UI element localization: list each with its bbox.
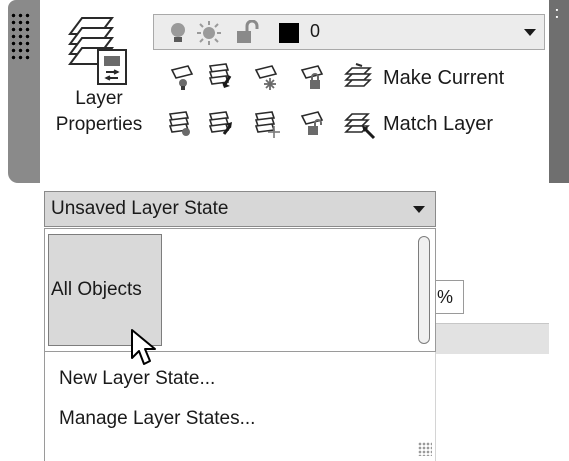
layer-properties-label-line1: Layer	[75, 88, 123, 109]
sun-icon[interactable]	[196, 20, 222, 46]
match-layer-button[interactable]: Match Layer	[383, 112, 493, 136]
side-strip-glyph: ⠅	[554, 7, 564, 22]
layer-state-dropdown[interactable]: Unsaved Layer State	[44, 191, 436, 227]
bulb-icon[interactable]	[166, 21, 190, 45]
layer-unlock-icon[interactable]	[296, 108, 326, 138]
unlock-icon[interactable]	[234, 20, 260, 46]
layer-isolate-icon[interactable]	[204, 60, 236, 92]
layer-state-menu: New Layer State... Manage Layer States..…	[44, 352, 436, 461]
chevron-down-icon[interactable]	[413, 206, 425, 213]
scroll-thumb[interactable]	[418, 236, 430, 344]
match-layer-icon[interactable]	[342, 108, 376, 140]
layer-properties-icon	[68, 17, 127, 85]
layer-unisolate-icon[interactable]	[204, 108, 236, 140]
grip-icon[interactable]	[10, 12, 32, 62]
resize-grip-icon[interactable]	[418, 442, 432, 456]
chevron-down-icon[interactable]	[524, 29, 536, 36]
thaw-all-layers-icon[interactable]	[250, 108, 282, 140]
layer-previous-icon[interactable]	[164, 108, 196, 140]
make-current-button[interactable]: Make Current	[383, 66, 504, 90]
layer-state-value: Unsaved Layer State	[51, 198, 229, 219]
manage-layer-states-item[interactable]: Manage Layer States...	[59, 408, 255, 430]
layer-freeze-icon[interactable]	[250, 62, 280, 92]
layer-color-swatch	[279, 23, 299, 43]
panel-side-strip[interactable]: ⠅	[549, 0, 569, 183]
layer-lock-icon[interactable]	[296, 62, 326, 92]
new-layer-state-item[interactable]: New Layer State...	[59, 368, 215, 390]
layer-combo[interactable]: 0	[153, 14, 545, 50]
make-current-icon[interactable]	[342, 62, 374, 92]
layer-combo-value: 0	[310, 21, 321, 41]
list-item-label: All Objects	[51, 279, 142, 300]
layer-properties-label-line2: Properties	[55, 114, 143, 135]
layer-properties-button[interactable]: Layer Properties	[46, 8, 152, 148]
mouse-cursor-icon	[131, 329, 156, 365]
layer-off-icon[interactable]	[166, 62, 196, 92]
